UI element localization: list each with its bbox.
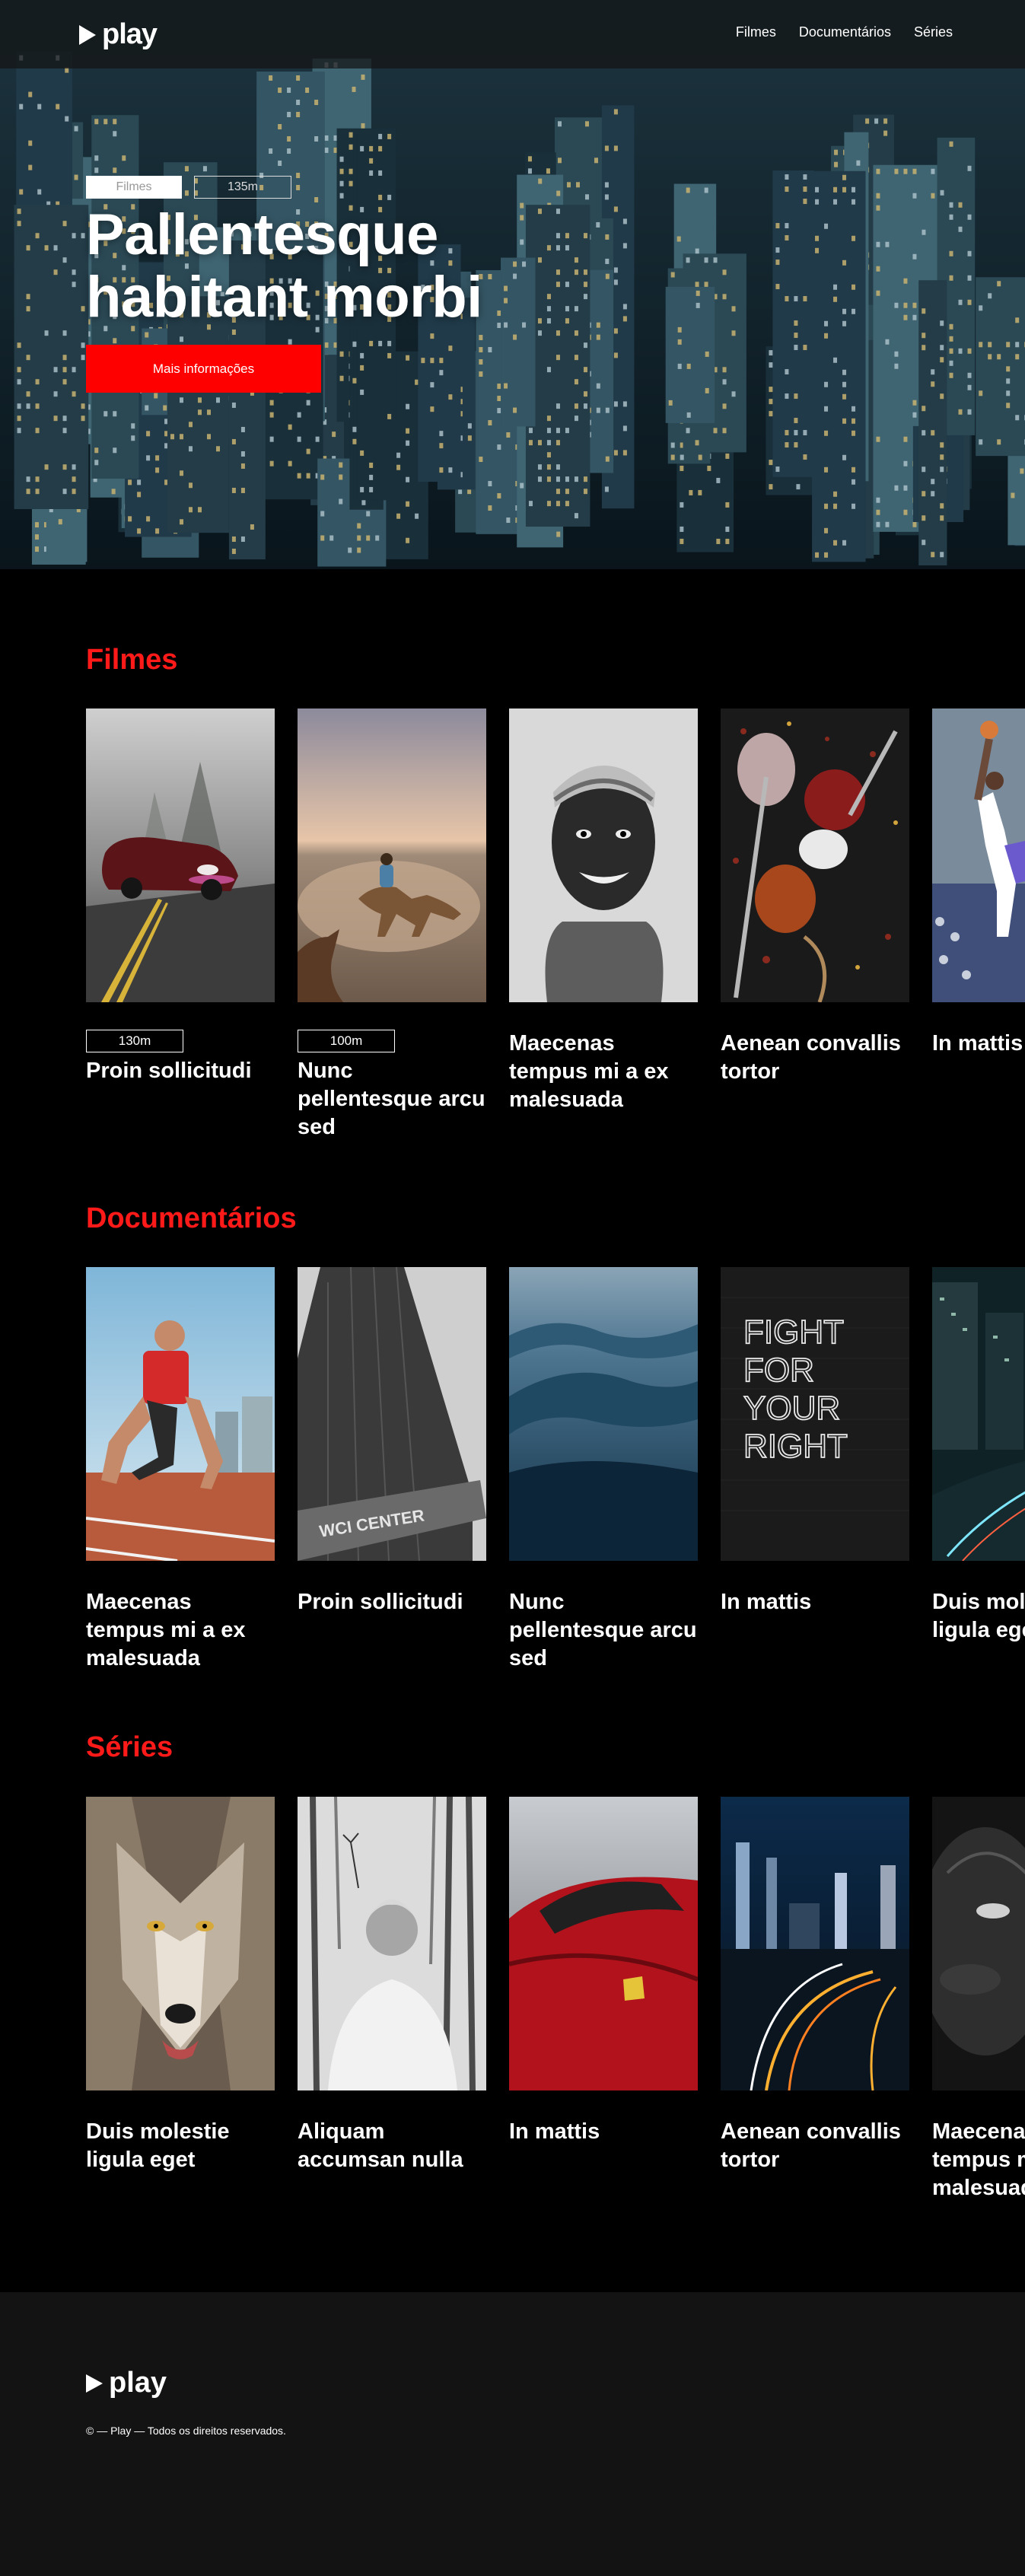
card-title[interactable]: Aenean convallis tortor (721, 2118, 909, 2174)
card-title[interactable]: Proin sollicitudi (298, 1588, 486, 1616)
copyright-text: © — Play — Todos os direitos reservados. (86, 2425, 286, 2437)
site-header: play Filmes Documentários Séries (0, 0, 1025, 68)
card-thumbnail[interactable] (86, 1267, 275, 1561)
more-info-button[interactable]: Mais informações (86, 345, 321, 393)
card-thumbnail[interactable] (932, 1267, 1025, 1561)
card-series-3[interactable]: In mattis (509, 1797, 698, 2146)
card-thumbnail[interactable] (932, 1797, 1025, 2090)
card-thumbnail[interactable]: WCI CENTER (298, 1267, 486, 1561)
card-title[interactable]: Maecenas tempus mi a ex malesuada (509, 1030, 698, 1114)
hero-title-line1: Pallentesque (86, 202, 438, 267)
card-title[interactable]: Aliquam accumsan nulla (298, 2118, 486, 2174)
card-documentarios-1[interactable]: Maecenas tempus mi a ex malesuada (86, 1267, 275, 1673)
svg-text:FIGHT: FIGHT (743, 1313, 844, 1351)
card-title[interactable]: Duis molestie ligula eget (86, 2118, 275, 2174)
card-title[interactable]: Nunc pellentesque arcu sed (298, 1057, 486, 1142)
card-title[interactable]: In mattis (509, 2118, 698, 2146)
card-title[interactable]: Duis molestie ligula eget (932, 1588, 1025, 1645)
card-thumbnail[interactable] (721, 1797, 909, 2090)
section-title-series: Séries (86, 1731, 173, 1763)
neon-sign: FIGHT FOR YOUR RIGHT (743, 1313, 848, 1466)
hero-duration-tag: 135m (194, 176, 291, 199)
card-title[interactable]: Nunc pellentesque arcu sed (509, 1588, 698, 1673)
card-thumbnail[interactable] (298, 1797, 486, 2090)
duration-badge: 100m (298, 1030, 395, 1052)
card-title[interactable]: In mattis (932, 1030, 1025, 1058)
play-icon (86, 2374, 103, 2393)
card-thumbnail[interactable] (509, 1797, 698, 2090)
card-series-4[interactable]: Aenean convallis tortor (721, 1797, 909, 2174)
hero-title-line2: habitant morbi (86, 265, 482, 330)
card-thumbnail[interactable] (932, 708, 1025, 1002)
card-filmes-1[interactable]: 130m Proin sollicitudi (86, 708, 275, 1085)
card-thumbnail[interactable] (509, 708, 698, 1002)
hero-category-tag: Filmes (86, 176, 182, 199)
card-filmes-3[interactable]: Maecenas tempus mi a ex malesuada (509, 708, 698, 1114)
row-documentarios: Maecenas tempus mi a ex malesuada WCI CE… (86, 1267, 1025, 1724)
svg-text:YOUR: YOUR (743, 1390, 840, 1427)
section-title-filmes: Filmes (86, 644, 178, 676)
svg-text:FOR: FOR (743, 1352, 814, 1389)
footer-logo[interactable]: play (86, 2367, 167, 2399)
card-title[interactable]: Proin sollicitudi (86, 1057, 275, 1085)
card-documentarios-4[interactable]: FIGHT FOR YOUR RIGHT In mattis (721, 1267, 909, 1616)
svg-text:RIGHT: RIGHT (743, 1428, 848, 1465)
footer-logo-text: play (109, 2367, 167, 2399)
card-title[interactable]: Maecenas tempus mi a ex malesuada (86, 1588, 275, 1673)
card-title[interactable]: In mattis (721, 1588, 909, 1616)
card-title[interactable]: Maecenas tempus mi a ex malesuada (932, 2118, 1025, 2202)
logo-text: play (102, 18, 158, 50)
card-thumbnail[interactable] (298, 708, 486, 1002)
card-documentarios-5[interactable]: Duis molestie ligula eget (932, 1267, 1025, 1645)
nav-link-filmes[interactable]: Filmes (736, 24, 776, 40)
section-title-documentarios: Documentários (86, 1202, 297, 1234)
main-nav: Filmes Documentários Séries (736, 24, 953, 40)
card-title[interactable]: Aenean convallis tortor (721, 1030, 909, 1086)
duration-badge: 130m (86, 1030, 183, 1052)
card-thumbnail[interactable] (721, 708, 909, 1002)
row-series: Duis molestie ligula eget Aliquam accums… (86, 1797, 1025, 2253)
card-filmes-5[interactable]: In mattis (932, 708, 1025, 1058)
card-series-5[interactable]: Maecenas tempus mi a ex malesuada (932, 1797, 1025, 2202)
play-icon (79, 24, 96, 45)
hero-title: Pallentesque habitant morbi (86, 204, 619, 329)
card-documentarios-2[interactable]: WCI CENTER Proin sollicitudi (298, 1267, 486, 1616)
card-series-1[interactable]: Duis molestie ligula eget (86, 1797, 275, 2174)
hero-tags: Filmes 135m (86, 176, 291, 199)
hero-banner: Filmes 135m Pallentesque habitant morbi … (0, 0, 1025, 569)
card-thumbnail[interactable] (86, 708, 275, 1002)
row-filmes: 130m Proin sollicitudi 100m Nunc pellent… (86, 708, 1025, 1165)
card-filmes-2[interactable]: 100m Nunc pellentesque arcu sed (298, 708, 486, 1142)
nav-link-series[interactable]: Séries (914, 24, 953, 40)
site-footer: play © — Play — Todos os direitos reserv… (0, 2292, 1025, 2576)
card-documentarios-3[interactable]: Nunc pellentesque arcu sed (509, 1267, 698, 1673)
card-filmes-4[interactable]: Aenean convallis tortor (721, 708, 909, 1086)
card-thumbnail[interactable] (86, 1797, 275, 2090)
header-logo[interactable]: play (79, 18, 158, 51)
card-thumbnail[interactable]: FIGHT FOR YOUR RIGHT (721, 1267, 909, 1561)
card-thumbnail[interactable] (509, 1267, 698, 1561)
card-series-2[interactable]: Aliquam accumsan nulla (298, 1797, 486, 2174)
nav-link-documentarios[interactable]: Documentários (799, 24, 891, 40)
